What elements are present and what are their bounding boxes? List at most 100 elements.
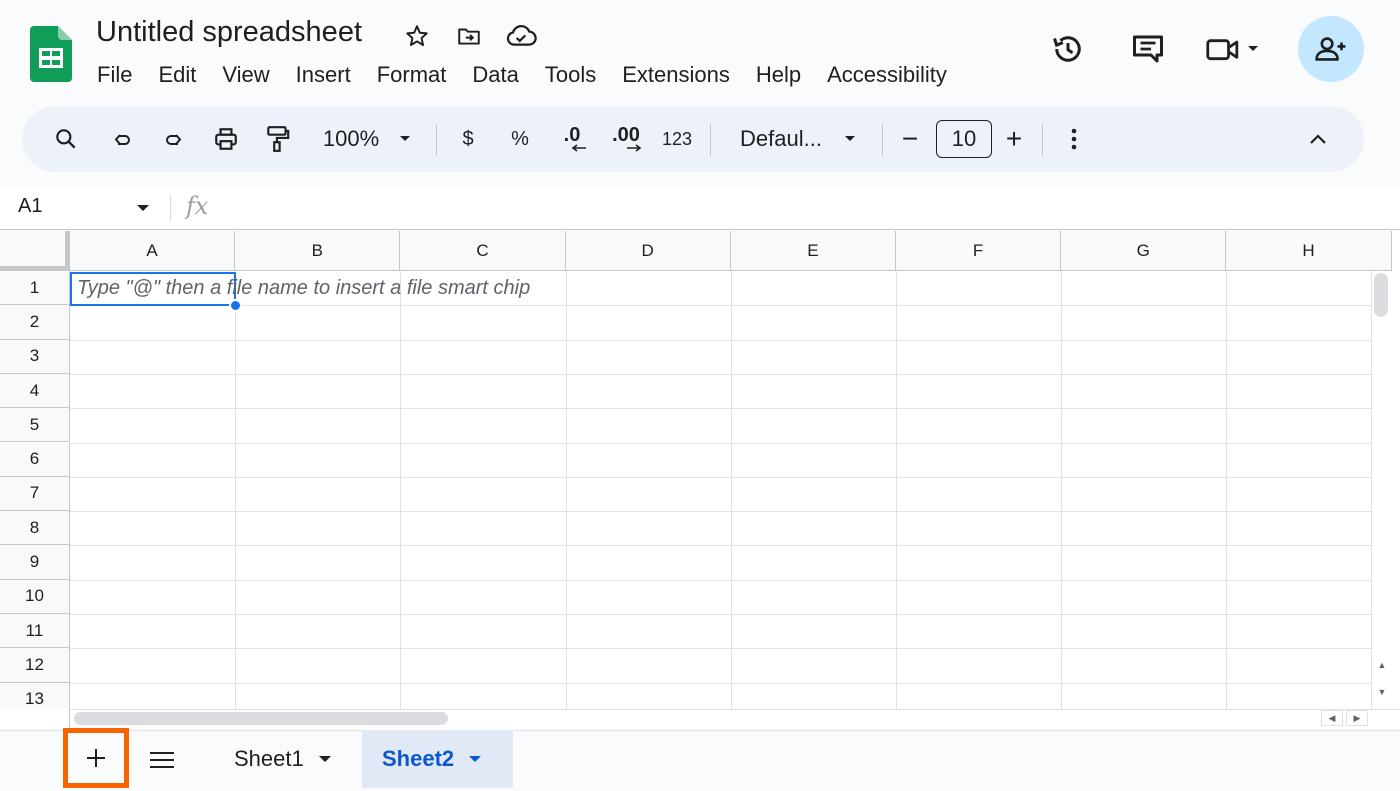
select-all-corner[interactable] xyxy=(0,231,70,271)
row-header-2[interactable]: 2 xyxy=(0,305,70,340)
column-gridline xyxy=(730,271,732,709)
menu-insert[interactable]: Insert xyxy=(283,58,364,92)
column-gridline xyxy=(1061,271,1063,709)
horizontal-scroll-thumb[interactable] xyxy=(74,712,448,725)
font-size-input[interactable]: 10 xyxy=(936,120,992,158)
row-header-3[interactable]: 3 xyxy=(0,339,70,374)
column-header-a[interactable]: A xyxy=(70,231,236,271)
row-header-11[interactable]: 11 xyxy=(0,614,70,649)
row-header-6[interactable]: 6 xyxy=(0,442,70,477)
more-options-button[interactable] xyxy=(1056,106,1092,172)
percent-format-button[interactable]: % xyxy=(502,106,538,172)
menu-format[interactable]: Format xyxy=(364,58,460,92)
row-gridline xyxy=(70,614,1400,615)
menu-file[interactable]: File xyxy=(84,58,145,92)
search-menus-button[interactable] xyxy=(48,106,84,172)
row-header-13[interactable]: 13 xyxy=(0,682,70,709)
title-actions xyxy=(400,20,538,52)
row-gridline xyxy=(70,408,1400,410)
more-vert-icon xyxy=(1071,128,1077,150)
menu-help[interactable]: Help xyxy=(743,58,814,92)
share-button[interactable] xyxy=(1298,16,1364,82)
column-gridline xyxy=(565,271,567,709)
scroll-right-arrow-icon[interactable]: ▶ xyxy=(1346,710,1368,726)
star-icon[interactable] xyxy=(400,20,434,52)
all-sheets-button[interactable] xyxy=(140,738,184,782)
menu-edit[interactable]: Edit xyxy=(145,58,209,92)
zoom-value: 100% xyxy=(322,126,380,151)
hide-menus-button[interactable] xyxy=(1298,106,1338,172)
row-header-8[interactable]: 8 xyxy=(0,511,70,546)
header-actions xyxy=(1038,16,1364,82)
menu-accessibility[interactable]: Accessibility xyxy=(814,58,960,92)
add-sheet-button[interactable] xyxy=(63,728,129,788)
currency-format-button[interactable]: $ xyxy=(450,106,486,172)
row-header-10[interactable]: 10 xyxy=(0,579,70,614)
meet-button[interactable] xyxy=(1192,17,1272,81)
version-history-button[interactable] xyxy=(1038,17,1098,81)
spreadsheet-grid[interactable]: A B C D E F G H 1 2 3 4 5 6 7 8 9 10 11 12 13 Type "@" then a… xyxy=(0,231,1400,709)
sheet-tab-label: Sheet2 xyxy=(382,746,455,771)
arrow-right-icon xyxy=(627,144,642,152)
scroll-down-arrow-icon[interactable]: ▼ xyxy=(1374,683,1390,701)
menu-tools[interactable]: Tools xyxy=(532,58,609,92)
name-box[interactable]: A1 xyxy=(18,195,42,218)
row-header-1[interactable]: 1 xyxy=(0,271,70,306)
arrow-left-icon xyxy=(571,144,586,152)
chevron-up-icon xyxy=(1310,134,1326,144)
chevron-down-icon xyxy=(1248,46,1258,51)
column-gridline xyxy=(235,271,237,709)
sheets-logo-icon[interactable] xyxy=(30,26,72,82)
font-select[interactable]: Defaul... xyxy=(728,106,868,172)
chevron-down-icon[interactable] xyxy=(136,204,150,212)
row-gridline xyxy=(70,339,1400,341)
history-icon xyxy=(1053,36,1081,62)
column-header-b[interactable]: B xyxy=(235,231,401,271)
formula-bar: A1 fx xyxy=(0,186,1400,230)
decrease-decimal-button[interactable]: .0 xyxy=(552,106,592,172)
row-gridline xyxy=(70,682,1400,684)
row-header-5[interactable]: 5 xyxy=(0,408,70,443)
menu-extensions[interactable]: Extensions xyxy=(609,58,743,92)
column-header-d[interactable]: D xyxy=(565,231,731,271)
more-formats-button[interactable]: 123 xyxy=(656,106,698,172)
comment-icon xyxy=(1133,35,1163,63)
row-header-9[interactable]: 9 xyxy=(0,545,70,580)
document-title[interactable]: Untitled spreadsheet xyxy=(96,16,362,49)
menu-view[interactable]: View xyxy=(209,58,282,92)
vertical-scroll-thumb[interactable] xyxy=(1374,273,1388,317)
paint-format-button[interactable] xyxy=(260,106,296,172)
fill-handle[interactable] xyxy=(229,299,242,312)
comments-button[interactable] xyxy=(1118,17,1178,81)
column-header-g[interactable]: G xyxy=(1061,231,1227,271)
row-header-4[interactable]: 4 xyxy=(0,373,70,409)
column-header-e[interactable]: E xyxy=(730,231,896,271)
undo-button[interactable] xyxy=(104,106,140,172)
toolbar-separator xyxy=(1042,124,1043,156)
zoom-select[interactable]: 100% xyxy=(312,106,422,172)
chevron-down-icon[interactable] xyxy=(318,755,332,763)
redo-button[interactable] xyxy=(156,106,192,172)
menu-data[interactable]: Data xyxy=(459,58,531,92)
vertical-scrollbar[interactable] xyxy=(1371,271,1400,709)
cloud-saved-icon[interactable] xyxy=(504,20,538,52)
sheet-tab-sheet2[interactable]: Sheet2 xyxy=(362,730,513,788)
percent-label: % xyxy=(511,127,529,150)
sheet-tab-sheet1[interactable]: Sheet1 xyxy=(214,730,356,788)
print-icon xyxy=(215,128,237,150)
row-header-filler xyxy=(0,709,70,729)
print-button[interactable] xyxy=(208,106,244,172)
column-gridline xyxy=(896,271,897,709)
column-header-f[interactable]: F xyxy=(896,231,1062,271)
column-header-h[interactable]: H xyxy=(1226,231,1392,271)
row-header-7[interactable]: 7 xyxy=(0,476,70,512)
column-header-c[interactable]: C xyxy=(400,231,566,271)
increase-decimal-button[interactable]: .00 xyxy=(606,106,646,172)
row-header-12[interactable]: 12 xyxy=(0,648,70,683)
increase-font-size-button[interactable]: + xyxy=(996,106,1032,172)
chevron-down-icon[interactable] xyxy=(468,755,482,763)
scroll-left-arrow-icon[interactable]: ◀ xyxy=(1321,710,1343,726)
decrease-font-size-button[interactable]: − xyxy=(892,106,928,172)
scroll-up-arrow-icon[interactable]: ▲ xyxy=(1374,656,1390,674)
move-folder-icon[interactable] xyxy=(452,20,486,52)
